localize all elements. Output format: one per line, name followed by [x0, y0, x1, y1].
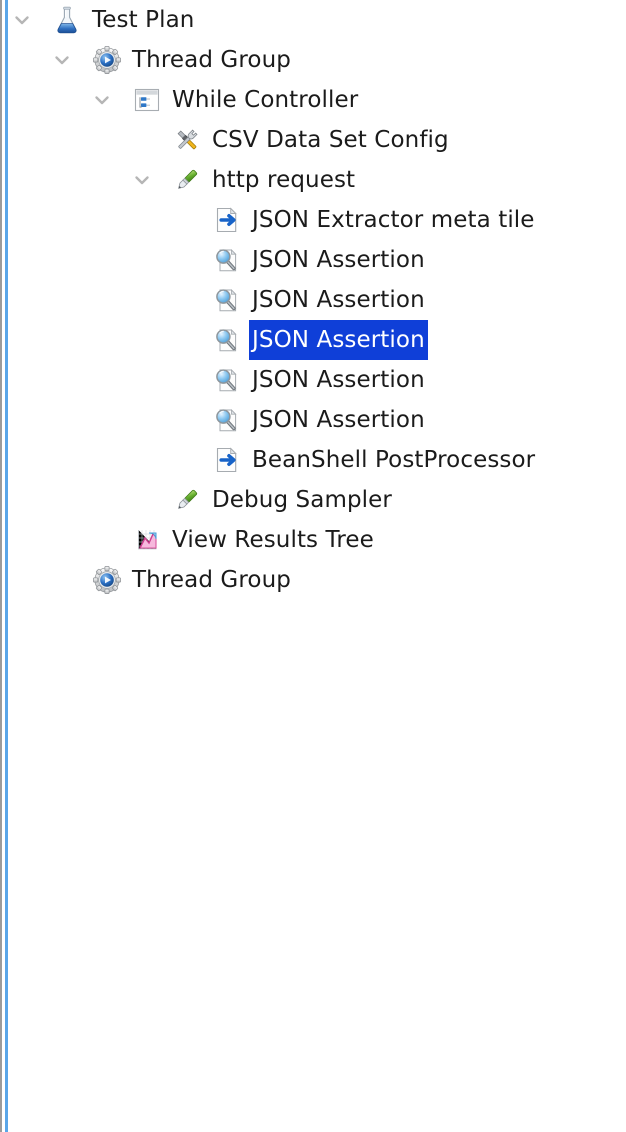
- tree-row[interactable]: View Results Tree: [0, 520, 626, 560]
- tree-node-label[interactable]: JSON Assertion: [249, 400, 428, 440]
- tree-row[interactable]: JSON Assertion: [0, 400, 626, 440]
- test-plan-flask-icon: [51, 4, 83, 36]
- assertion-magnifier-icon: [211, 404, 243, 436]
- chevron-down-icon[interactable]: [91, 89, 113, 111]
- tree-row[interactable]: JSON Extractor meta tile: [0, 200, 626, 240]
- assertion-magnifier-icon: [211, 324, 243, 356]
- postprocessor-arrow-icon: [211, 204, 243, 236]
- tree-node-label[interactable]: View Results Tree: [169, 520, 377, 560]
- jmeter-test-plan-tree-panel: Test Plan Thread Group While Controller …: [0, 0, 626, 1132]
- tree-row[interactable]: Test Plan: [0, 0, 626, 40]
- chevron-down-icon[interactable]: [51, 49, 73, 71]
- chevron-down-icon[interactable]: [11, 9, 33, 31]
- tree-node-label[interactable]: JSON Assertion: [249, 280, 428, 320]
- assertion-magnifier-icon: [211, 364, 243, 396]
- tree-node-label[interactable]: Debug Sampler: [209, 480, 395, 520]
- tree-row[interactable]: JSON Assertion: [0, 360, 626, 400]
- tree-node-label[interactable]: JSON Assertion: [249, 240, 428, 280]
- config-tools-icon: [171, 124, 203, 156]
- tree-row[interactable]: While Controller: [0, 80, 626, 120]
- sampler-pencil-icon: [171, 484, 203, 516]
- tree-node-label[interactable]: While Controller: [169, 80, 361, 120]
- listener-chart-icon: [131, 524, 163, 556]
- tree-row[interactable]: Thread Group: [0, 560, 626, 600]
- tree-row[interactable]: Debug Sampler: [0, 480, 626, 520]
- tree-node-label[interactable]: Test Plan: [89, 0, 197, 40]
- tree-node-label[interactable]: JSON Extractor meta tile: [249, 200, 538, 240]
- tree-row[interactable]: JSON Assertion: [0, 240, 626, 280]
- sampler-pencil-icon: [171, 164, 203, 196]
- thread-group-gear-icon: [91, 44, 123, 76]
- tree-node-label[interactable]: JSON Assertion: [249, 320, 428, 360]
- assertion-magnifier-icon: [211, 244, 243, 276]
- tree-row[interactable]: http request: [0, 160, 626, 200]
- tree-node-label[interactable]: CSV Data Set Config: [209, 120, 452, 160]
- tree-row[interactable]: CSV Data Set Config: [0, 120, 626, 160]
- assertion-magnifier-icon: [211, 284, 243, 316]
- chevron-down-icon[interactable]: [131, 169, 153, 191]
- tree-row[interactable]: BeanShell PostProcessor: [0, 440, 626, 480]
- thread-group-gear-icon: [91, 564, 123, 596]
- postprocessor-arrow-icon: [211, 444, 243, 476]
- while-controller-icon: [131, 84, 163, 116]
- tree-node-label[interactable]: http request: [209, 160, 358, 200]
- tree-node-label[interactable]: Thread Group: [129, 560, 294, 600]
- tree-node-label[interactable]: Thread Group: [129, 40, 294, 80]
- tree-node-label[interactable]: JSON Assertion: [249, 360, 428, 400]
- tree-row[interactable]: JSON Assertion: [0, 320, 626, 360]
- tree-node-label[interactable]: BeanShell PostProcessor: [249, 440, 538, 480]
- tree-row[interactable]: JSON Assertion: [0, 280, 626, 320]
- tree-row[interactable]: Thread Group: [0, 40, 626, 80]
